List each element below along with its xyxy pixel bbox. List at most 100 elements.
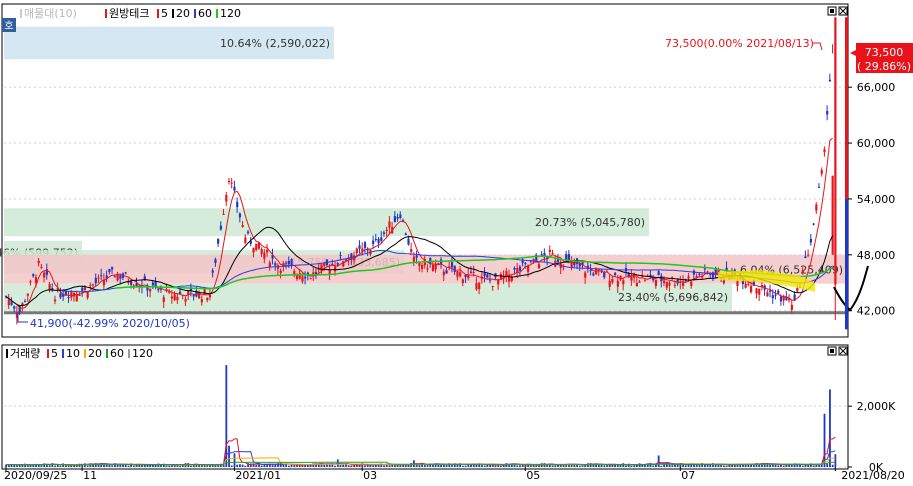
candle-body [779, 296, 783, 302]
candle-body [820, 170, 823, 174]
volume-bar [581, 465, 584, 467]
candle-body [687, 276, 690, 279]
candle-body [469, 271, 473, 273]
candle-body [823, 149, 826, 153]
candle-body [421, 264, 424, 269]
candle-body [238, 213, 242, 218]
candle-body [372, 240, 375, 245]
candle-body [388, 221, 391, 228]
candle-body [230, 182, 233, 184]
time-axis-label: 07 [681, 469, 695, 482]
volume-bar [274, 464, 277, 467]
volume-bar [709, 465, 712, 467]
volume-bar [818, 464, 820, 467]
candle-body [673, 284, 677, 286]
candle-body [355, 248, 358, 253]
legend-label: 120 [220, 7, 241, 20]
time-axis-label: 2021/08/20 [841, 469, 904, 482]
legend-label: 60 [198, 7, 212, 20]
volume-profile-label: 20.73% (5,045,780) [535, 216, 645, 229]
volume-bar [350, 465, 353, 467]
volume-bar [206, 465, 209, 467]
volume-bar [500, 465, 502, 467]
candle-body [111, 267, 114, 270]
candle-body [146, 287, 149, 291]
candle-body [437, 262, 440, 264]
candle-body [744, 283, 747, 288]
candle-body [374, 239, 377, 241]
candle-body [48, 284, 51, 291]
volume-bar [16, 465, 18, 467]
candle-body [657, 271, 660, 276]
volume-bar [660, 465, 663, 467]
volume-bar [616, 465, 619, 467]
candle-body [774, 294, 777, 296]
candle-body [826, 111, 829, 115]
candle-body [113, 276, 116, 278]
volume-bar [494, 465, 497, 467]
price-panel-restore-button[interactable] [827, 6, 837, 16]
volume-profile-label: 23.40% (5,696,842) [618, 291, 728, 304]
candle-body [638, 281, 641, 283]
candle-body [260, 248, 263, 254]
volume-axis-label: 2,000K [857, 400, 896, 413]
candle-body [124, 272, 127, 274]
volume-bar [633, 465, 636, 467]
stock-chart-window: 10.64% (2,590,022)20.73% (5,045,780)2.46… [0, 0, 913, 482]
volume-panel-restore-button[interactable] [827, 346, 837, 356]
volume-bar [519, 465, 521, 467]
candle-body [431, 264, 435, 271]
candle-body [263, 252, 266, 259]
volume-bar [625, 465, 627, 467]
candle-body [817, 186, 821, 188]
candle-body [43, 272, 46, 278]
volume-bar [54, 465, 56, 467]
price-axis-label: 48,000 [857, 249, 896, 262]
time-axis-label: 2021/01 [235, 469, 281, 482]
candle-body [665, 281, 668, 288]
volume-bar [777, 465, 780, 467]
candle-body [236, 201, 239, 208]
candle-body [266, 249, 269, 253]
volume-bar [483, 465, 486, 467]
candle-body [339, 255, 342, 257]
volume-bar [423, 465, 426, 467]
volume-bar [829, 389, 831, 467]
candle-body [755, 288, 758, 294]
candle-body [537, 264, 541, 269]
volume-bar [105, 464, 108, 467]
volume-panel-close-button[interactable] [838, 346, 848, 356]
candle-body [815, 204, 818, 211]
candle-body [807, 254, 810, 256]
legend-label: 5 [161, 7, 168, 20]
volume-bar [293, 465, 296, 467]
candle-body [834, 17, 837, 285]
candle-body [244, 237, 247, 243]
volume-bar [698, 465, 701, 467]
price-panel-close-button[interactable] [838, 6, 848, 16]
candle-body [635, 282, 638, 287]
volume-bar [132, 465, 135, 467]
candle-body [67, 296, 70, 298]
volume-bar [59, 465, 62, 467]
candle-body [377, 238, 380, 244]
volume-bar [418, 465, 421, 467]
volume-bar [554, 465, 557, 467]
candle-body [333, 266, 337, 272]
candle-body [382, 232, 386, 234]
volume-bar [774, 464, 777, 467]
candle-body [78, 294, 81, 296]
volume-bar [396, 465, 399, 467]
candle-body [442, 271, 445, 276]
candle-body [75, 294, 78, 302]
legend-swatch [216, 9, 218, 18]
volume-bar [524, 465, 527, 467]
candle-body [831, 175, 834, 255]
candle-body [524, 262, 527, 264]
candle-body [450, 262, 454, 268]
volume-bar [239, 464, 241, 467]
volume-bar [461, 465, 464, 467]
candle-body [344, 259, 348, 261]
candle-body [26, 293, 29, 296]
candle-body [184, 299, 187, 302]
